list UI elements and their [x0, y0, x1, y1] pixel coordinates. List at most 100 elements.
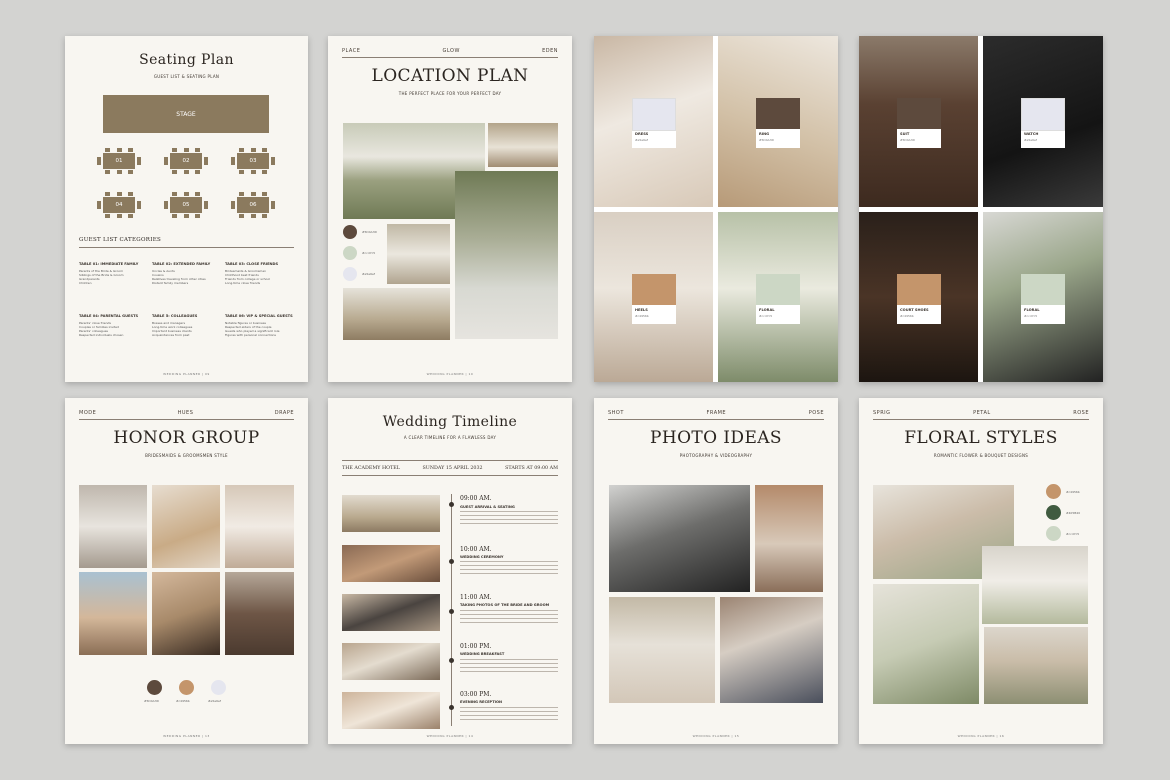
table-number: 04 — [103, 197, 135, 213]
chip-hex: #e5e6ef — [635, 138, 648, 142]
swatch-label: #5D4A3D — [144, 699, 159, 703]
stage-label: STAGE — [176, 110, 196, 118]
header-word: HUES — [177, 410, 194, 416]
seating-table: 03 — [231, 148, 275, 174]
swatch-label: #e5e6ef — [208, 699, 221, 703]
page-header: MODE HUES DRAPE — [79, 410, 294, 420]
color-chip: WATCH #e5e6ef — [1021, 98, 1065, 148]
chip-label: HEELS — [635, 308, 648, 312]
chip-hex: #c4956b — [635, 314, 649, 318]
color-chip: SUIT #5D4A3D — [897, 98, 941, 148]
category-item: Children — [79, 281, 92, 285]
category-column: TABLE 04: PARENTAL GUESTS Parents' close… — [79, 314, 149, 337]
header-word: SHOT — [608, 410, 624, 416]
page-footer: WEDDING PLANNER | 10 — [426, 372, 474, 376]
chip-hex: #5D4A3D — [759, 138, 774, 142]
header-word: EDEN — [542, 48, 558, 54]
page-subtitle: GUEST LIST & SEATING PLAN — [153, 74, 220, 79]
timeline-dot — [449, 609, 454, 614]
centerpiece-photo — [984, 627, 1088, 704]
couple-bw-photo — [609, 485, 750, 592]
category-item: Long-time close friends — [225, 281, 261, 285]
page-location-plan: PLACE GLOW EDEN LOCATION PLAN THE PERFEC… — [328, 36, 572, 382]
header-word: DRAPE — [274, 410, 294, 416]
header-word: GLOW — [442, 48, 460, 54]
table-number: 06 — [237, 197, 269, 213]
chip-label: SUIT — [900, 132, 910, 136]
chip-hex: #ccd7c5 — [1024, 314, 1038, 318]
page-header: SHOT FRAME POSE — [608, 410, 824, 420]
groomsman-photo — [225, 572, 294, 655]
header-word: ROSE — [1073, 410, 1089, 416]
color-chip: FLORAL #ccd7c5 — [1021, 274, 1065, 324]
header-word: FRAME — [706, 410, 727, 416]
table-number: 02 — [170, 153, 202, 169]
chip-hex: #ccd7c5 — [759, 314, 773, 318]
category-item: Distant family members — [152, 281, 189, 285]
color-swatch — [1046, 505, 1061, 520]
category-item: Figures with personal connections — [225, 333, 276, 337]
page-subtitle: BRIDESMAIDS & GROOMSMEN STYLE — [145, 453, 228, 458]
chip-label: FLORAL — [759, 308, 775, 312]
event-description-line — [460, 659, 558, 675]
decor-photo — [387, 224, 450, 284]
timeline-dot — [449, 502, 454, 507]
event-photo — [342, 594, 440, 631]
color-chip: COURT SHOES #c4956b — [897, 274, 941, 324]
swatch-label: #c4956b — [1066, 490, 1080, 494]
page-title: PHOTO IDEAS — [650, 428, 782, 448]
event-title: TAKING PHOTOS OF THE BRIDE AND GROOM — [460, 603, 550, 607]
page-floral-styles: SPRIG PETAL ROSE FLORAL STYLES ROMANTIC … — [859, 398, 1103, 744]
date-label: SUNDAY 15 APRIL 2032 — [422, 465, 483, 471]
color-swatch — [343, 225, 357, 239]
color-swatch — [211, 680, 226, 695]
category-title: TABLE 04: PARENTAL GUESTS — [79, 314, 139, 318]
header-word: SPRIG — [873, 410, 891, 416]
color-swatch — [343, 246, 357, 260]
divider — [79, 247, 294, 248]
page-title: HONOR GROUP — [113, 428, 260, 448]
category-title: TABLE 02: EXTENDED FAMILY — [152, 262, 211, 266]
venue-label: THE ACADEMY HOTEL — [342, 465, 400, 471]
event-photo — [342, 545, 440, 582]
table-setting-photo — [455, 171, 558, 339]
timeline-dot — [449, 559, 454, 564]
swatch-label: #ccd7c5 — [1066, 532, 1080, 536]
event-photo — [342, 643, 440, 680]
page-footer: WEDDING PLANNER | 15 — [692, 734, 740, 738]
category-title: TABLE 01: IMMEDIATE FAMILY — [79, 262, 139, 266]
page-footer: WEDDING PLANNER | 14 — [426, 734, 474, 738]
tent-photo — [343, 288, 450, 340]
seating-table: 05 — [164, 192, 208, 218]
categories-title: GUEST LIST CATEGORIES — [79, 237, 162, 243]
page-photo-ideas: SHOT FRAME POSE PHOTO IDEAS PHOTOGRAPHY … — [594, 398, 838, 744]
rings-photo — [152, 485, 220, 568]
page-title: Seating Plan — [139, 52, 234, 68]
timeline-dot — [449, 658, 454, 663]
cake-photo — [488, 123, 558, 167]
color-swatch — [147, 680, 162, 695]
event-title: EVENING RECEPTION — [460, 700, 503, 704]
info-bar: THE ACADEMY HOTEL SUNDAY 15 APRIL 2032 S… — [342, 460, 558, 476]
event-time: 11:00 AM. — [460, 594, 492, 601]
event-description-line — [460, 610, 558, 626]
page-title: FLORAL STYLES — [904, 428, 1058, 448]
chip-label: COURT SHOES — [900, 308, 929, 312]
stage-block: STAGE — [103, 95, 269, 133]
street-couple-photo — [755, 485, 823, 592]
page-wedding-timeline: Wedding Timeline A CLEAR TIMELINE FOR A … — [328, 398, 572, 744]
page-bride-moodboard: DRESS #e5e6ef RING #5D4A3D HEELS #c4956b… — [594, 36, 838, 382]
category-column: TABLE 06: VIP & SPECIAL GUESTS Notable f… — [225, 314, 297, 337]
header-word: PETAL — [973, 410, 991, 416]
color-chip: FLORAL #ccd7c5 — [756, 274, 800, 324]
color-chip: DRESS #e5e6ef — [632, 98, 676, 148]
swatch-label: #405B40 — [1066, 511, 1081, 515]
category-column: TABLE 5: COLLEAGUES Bosses and managers … — [152, 314, 222, 337]
page-subtitle: THE PERFECT PLACE FOR YOUR PERFECT DAY — [398, 91, 502, 96]
start-label: STARTS AT 09:00 AM — [505, 465, 558, 471]
category-title: TABLE 5: COLLEAGUES — [152, 314, 198, 318]
color-swatch — [1046, 526, 1061, 541]
seating-table: 01 — [97, 148, 141, 174]
event-description-line — [460, 707, 558, 723]
seating-table: 06 — [231, 192, 275, 218]
